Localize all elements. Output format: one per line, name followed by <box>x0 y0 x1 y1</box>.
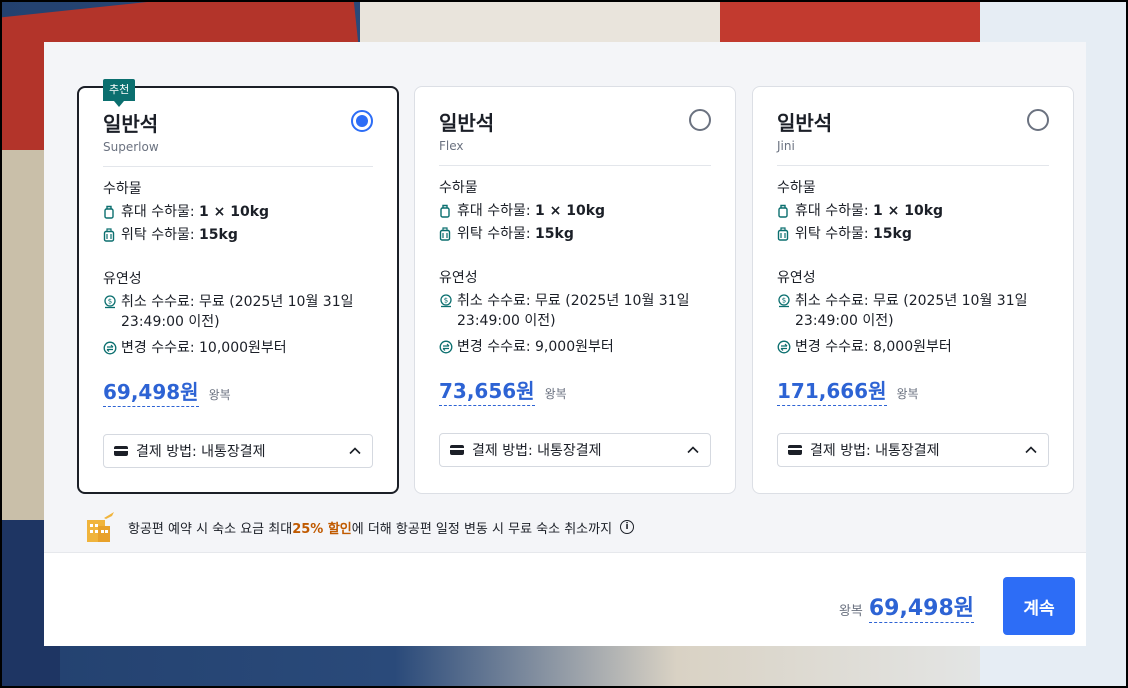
price-amount[interactable]: 73,656원 <box>439 375 535 406</box>
price-unit: 왕복 <box>544 387 567 401</box>
refund-icon: $ <box>103 292 121 312</box>
fare-price: 73,656원 왕복 <box>439 375 567 406</box>
exchange-icon <box>777 337 795 357</box>
change-fee-text: 변경 수수료: 9,000원부터 <box>457 339 614 355</box>
baggage-title: 수하물 <box>439 180 478 196</box>
carry-on-label: 휴대 수하물: <box>795 203 874 219</box>
checked-bag-icon <box>103 225 121 245</box>
price-unit: 왕복 <box>896 387 919 401</box>
fare-radio[interactable] <box>1027 109 1049 131</box>
chevron-up-icon <box>687 446 699 454</box>
fare-class-title: 일반석 <box>103 112 159 136</box>
divider <box>103 166 373 167</box>
svg-text:$: $ <box>782 297 786 305</box>
fare-radio-selected[interactable] <box>351 110 373 132</box>
checked-bag-icon <box>439 224 457 244</box>
checked-label: 위탁 수하물: <box>121 227 200 243</box>
change-fee-row: 변경 수수료: 9,000원부터 <box>439 337 715 357</box>
credit-card-icon <box>788 445 802 455</box>
continue-button[interactable]: 계속 <box>1003 577 1075 635</box>
recommended-badge: 추천 <box>103 79 136 101</box>
fare-class-title: 일반석 <box>439 111 495 135</box>
exchange-icon <box>439 337 457 357</box>
chevron-up-icon <box>349 447 361 455</box>
fare-type-name: Superlow <box>103 140 159 154</box>
promo-suffix: 에 더해 항공편 일정 변동 시 무료 숙소 취소까지 <box>351 521 613 537</box>
fare-radio[interactable] <box>689 109 711 131</box>
carry-on-bag-icon <box>103 202 121 222</box>
total-price: 왕복 69,498원 <box>839 590 974 623</box>
cancel-fee-text: 취소 수수료: 무료 (2025년 10월 31일 23:49:00 이전) <box>457 293 690 329</box>
credit-card-icon <box>114 446 128 456</box>
refund-icon: $ <box>439 291 457 311</box>
divider <box>439 165 711 166</box>
fare-type-name: Flex <box>439 139 464 153</box>
checked-label: 위탁 수하물: <box>795 226 874 242</box>
payment-method-label: 결제 방법: 내통장결제 <box>810 443 940 459</box>
carry-on-value: 1 × 10kg <box>535 203 606 219</box>
total-amount[interactable]: 69,498원 <box>868 590 974 623</box>
cancel-fee-row: $ 취소 수수료: 무료 (2025년 10월 31일 23:49:00 이전) <box>777 291 1053 331</box>
hotel-promo-banner: 항공편 예약 시 숙소 요금 최대 25% 할인 에 더해 항공편 일정 변동 시… <box>84 510 1066 544</box>
cancel-fee-text: 취소 수수료: 무료 (2025년 10월 31일 23:49:00 이전) <box>795 293 1028 329</box>
total-label: 왕복 <box>838 604 863 619</box>
payment-method-dropdown[interactable]: 결제 방법: 내통장결제 <box>103 434 373 468</box>
fare-type-name: Jini <box>777 139 795 153</box>
change-fee-row: 변경 수수료: 10,000원부터 <box>103 338 377 358</box>
fare-price: 69,498원 왕복 <box>103 376 231 407</box>
exchange-icon <box>103 338 121 358</box>
fare-card-jini[interactable]: 일반석 Jini 수하물 휴대 수하물: 1 × 10kg 위탁 수하물: 15… <box>752 86 1074 494</box>
checked-value: 15kg <box>873 226 912 242</box>
flexibility-title: 유연성 <box>439 270 478 286</box>
price-amount[interactable]: 69,498원 <box>103 376 199 407</box>
svg-text:$: $ <box>108 298 112 306</box>
carry-on-label: 휴대 수하물: <box>121 204 200 220</box>
chevron-up-icon <box>1025 446 1037 454</box>
divider <box>777 165 1049 166</box>
fare-selection-modal: 추천 일반석 Superlow 수하물 휴대 수하물: 1 × 10kg 위탁 … <box>44 42 1086 646</box>
fare-card-flex[interactable]: 일반석 Flex 수하물 휴대 수하물: 1 × 10kg 위탁 수하물: 15… <box>414 86 736 494</box>
cancel-fee-row: $ 취소 수수료: 무료 (2025년 10월 31일 23:49:00 이전) <box>439 291 715 331</box>
payment-method-label: 결제 방법: 내통장결제 <box>136 444 266 460</box>
change-fee-row: 변경 수수료: 8,000원부터 <box>777 337 1053 357</box>
cancel-fee-text: 취소 수수료: 무료 (2025년 10월 31일 23:49:00 이전) <box>121 294 354 330</box>
change-fee-text: 변경 수수료: 8,000원부터 <box>795 339 952 355</box>
payment-method-dropdown[interactable]: 결제 방법: 내통장결제 <box>439 433 711 467</box>
promo-discount: 25% 할인 <box>292 521 352 537</box>
svg-text:$: $ <box>444 297 448 305</box>
cancel-fee-row: $ 취소 수수료: 무료 (2025년 10월 31일 23:49:00 이전) <box>103 292 377 332</box>
credit-card-icon <box>450 445 464 455</box>
carry-on-value: 1 × 10kg <box>199 204 270 220</box>
carry-on-label: 휴대 수하물: <box>457 203 536 219</box>
baggage-title: 수하물 <box>103 181 142 197</box>
info-icon[interactable]: i <box>620 520 635 534</box>
carry-on-value: 1 × 10kg <box>873 203 944 219</box>
carry-on-row: 휴대 수하물: 1 × 10kg <box>777 201 1053 221</box>
flexibility-title: 유연성 <box>103 271 142 287</box>
carry-on-bag-icon <box>777 201 795 221</box>
change-fee-text: 변경 수수료: 10,000원부터 <box>121 340 287 356</box>
carry-on-bag-icon <box>439 201 457 221</box>
fare-card-superlow[interactable]: 추천 일반석 Superlow 수하물 휴대 수하물: 1 × 10kg 위탁 … <box>77 79 399 494</box>
checked-value: 15kg <box>535 226 574 242</box>
fare-price: 171,666원 왕복 <box>777 375 919 406</box>
checked-value: 15kg <box>199 227 238 243</box>
flexibility-title: 유연성 <box>777 270 816 286</box>
fare-class-title: 일반석 <box>777 111 833 135</box>
payment-method-dropdown[interactable]: 결제 방법: 내통장결제 <box>777 433 1049 467</box>
checked-bag-icon <box>777 224 795 244</box>
payment-method-label: 결제 방법: 내통장결제 <box>472 443 602 459</box>
refund-icon: $ <box>777 291 795 311</box>
hotel-plane-icon <box>87 512 114 542</box>
baggage-title: 수하물 <box>777 180 816 196</box>
carry-on-row: 휴대 수하물: 1 × 10kg <box>103 202 377 222</box>
checked-row: 위탁 수하물: 15kg <box>439 224 715 244</box>
carry-on-row: 휴대 수하물: 1 × 10kg <box>439 201 715 221</box>
price-unit: 왕복 <box>208 388 231 402</box>
checked-label: 위탁 수하물: <box>457 226 536 242</box>
checked-row: 위탁 수하물: 15kg <box>777 224 1053 244</box>
price-amount[interactable]: 171,666원 <box>777 375 887 406</box>
promo-prefix: 항공편 예약 시 숙소 요금 최대 <box>128 521 293 537</box>
checked-row: 위탁 수하물: 15kg <box>103 225 377 245</box>
